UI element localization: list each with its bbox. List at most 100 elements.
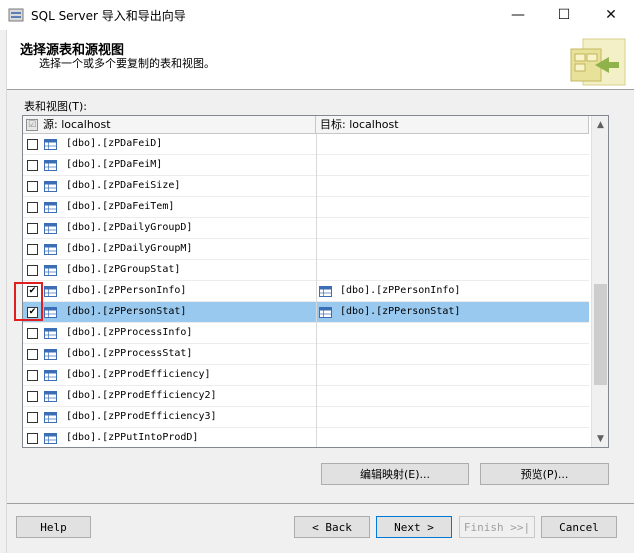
destination-table-name[interactable]: [dbo].[zPPersonStat]: [340, 306, 460, 317]
source-table-name: [dbo].[zPProdEfficiency2]: [66, 390, 217, 401]
row-checkbox[interactable]: [27, 181, 38, 192]
source-table-name: [dbo].[zPPutIntoProdD]: [66, 432, 199, 443]
table-row[interactable]: [dbo].[zPDaFeiTem]: [23, 197, 589, 218]
row-checkbox[interactable]: [27, 391, 38, 402]
row-checkbox[interactable]: [27, 160, 38, 171]
column-divider: [316, 281, 317, 302]
window-title: SQL Server 导入和导出向导: [31, 9, 186, 23]
table-row[interactable]: [dbo].[zPGroupStat]: [23, 260, 589, 281]
source-table-name: [dbo].[zPProcessInfo]: [66, 327, 193, 338]
table-row[interactable]: [dbo].[zPDaFeiD]: [23, 134, 589, 155]
preview-button[interactable]: 预览(P)...: [480, 463, 609, 485]
row-checkbox[interactable]: [27, 412, 38, 423]
tables-grid[interactable]: ☑ 源: localhost 目标: localhost [dbo].[zPDa…: [22, 115, 609, 448]
source-table-name: [dbo].[zPProdEfficiency3]: [66, 411, 217, 422]
table-icon: [44, 223, 57, 234]
row-checkbox[interactable]: [27, 328, 38, 339]
source-table-name: [dbo].[zPGroupStat]: [66, 264, 181, 275]
row-checkbox[interactable]: [27, 265, 38, 276]
source-column-header[interactable]: ☑ 源: localhost: [23, 116, 316, 134]
column-divider: [316, 218, 317, 239]
row-checkbox[interactable]: [27, 202, 38, 213]
column-divider: [316, 155, 317, 176]
row-checkbox[interactable]: [27, 349, 38, 360]
wizard-header: 选择源表和源视图 选择一个或多个要复制的表和视图。: [7, 30, 634, 90]
table-row[interactable]: [dbo].[zPProdEfficiency2]: [23, 386, 589, 407]
table-icon: [44, 307, 57, 318]
left-edge-strip: [0, 30, 7, 553]
tables-views-label: 表和视图(T):: [24, 100, 88, 113]
destination-header-label: 目标: localhost: [320, 118, 399, 131]
sql-server-app-icon: [8, 8, 24, 22]
table-row[interactable]: ✔ [dbo].[zPPersonStat] [dbo].[zPPersonStat…: [23, 302, 589, 323]
table-row[interactable]: [dbo].[zPDaFeiM]: [23, 155, 589, 176]
row-checkbox[interactable]: [27, 223, 38, 234]
table-icon: [44, 244, 57, 255]
scroll-up-icon[interactable]: ▲: [592, 116, 608, 133]
table-row[interactable]: [dbo].[zPPutIntoProdD]: [23, 428, 589, 447]
table-row[interactable]: [dbo].[zPProdEfficiency]: [23, 365, 589, 386]
row-checkbox[interactable]: [27, 433, 38, 444]
column-divider: [316, 344, 317, 365]
table-icon: [44, 412, 57, 423]
page-subtitle: 选择一个或多个要复制的表和视图。: [39, 57, 215, 70]
column-divider: [316, 176, 317, 197]
checked-rows-highlight: [14, 282, 43, 321]
table-row[interactable]: [dbo].[zPProdEfficiency3]: [23, 407, 589, 428]
wizard-banner-icon: [570, 38, 626, 86]
close-button[interactable]: ✕: [588, 0, 634, 30]
source-table-name: [dbo].[zPDaFeiD]: [66, 138, 163, 149]
column-divider: [316, 239, 317, 260]
column-divider: [316, 365, 317, 386]
vertical-scrollbar[interactable]: ▲ ▼: [591, 116, 608, 447]
source-table-name: [dbo].[zPProdEfficiency]: [66, 369, 211, 380]
column-divider: [316, 197, 317, 218]
table-row[interactable]: [dbo].[zPDailyGroupM]: [23, 239, 589, 260]
column-divider: [316, 386, 317, 407]
source-table-name: [dbo].[zPPersonStat]: [66, 306, 187, 317]
table-row[interactable]: [dbo].[zPDaFeiSize]: [23, 176, 589, 197]
scroll-down-icon[interactable]: ▼: [592, 430, 608, 447]
table-row[interactable]: [dbo].[zPProcessStat]: [23, 344, 589, 365]
column-divider: [316, 428, 317, 447]
destination-column-header[interactable]: 目标: localhost: [316, 116, 589, 134]
grid-header: ☑ 源: localhost 目标: localhost: [23, 116, 589, 134]
table-icon: [44, 160, 57, 171]
table-icon: [44, 286, 57, 297]
table-icon: [44, 181, 57, 192]
table-icon: [44, 328, 57, 339]
table-row[interactable]: [dbo].[zPDailyGroupD]: [23, 218, 589, 239]
footer-separator: [7, 503, 634, 504]
row-checkbox[interactable]: [27, 244, 38, 255]
back-button[interactable]: < Back: [294, 516, 370, 538]
table-icon: [44, 265, 57, 276]
table-icon: [44, 370, 57, 381]
cancel-button[interactable]: Cancel: [541, 516, 617, 538]
destination-table-name[interactable]: [dbo].[zPPersonInfo]: [340, 285, 460, 296]
maximize-button[interactable]: ☐: [541, 0, 587, 30]
finish-button[interactable]: Finish >>|: [459, 516, 535, 538]
table-row[interactable]: [dbo].[zPProcessInfo]: [23, 323, 589, 344]
source-table-name: [dbo].[zPProcessStat]: [66, 348, 193, 359]
select-all-checkbox[interactable]: ☑: [26, 119, 38, 131]
row-checkbox[interactable]: [27, 370, 38, 381]
table-icon: [319, 286, 332, 297]
source-table-name: [dbo].[zPDailyGroupM]: [66, 243, 193, 254]
column-divider: [316, 260, 317, 281]
scroll-thumb[interactable]: [594, 284, 607, 385]
next-button[interactable]: Next >: [376, 516, 452, 538]
column-divider: [316, 407, 317, 428]
help-button[interactable]: Help: [16, 516, 91, 538]
minimize-button[interactable]: —: [495, 0, 541, 30]
row-checkbox[interactable]: [27, 139, 38, 150]
source-table-name: [dbo].[zPDaFeiM]: [66, 159, 163, 170]
source-table-name: [dbo].[zPDaFeiSize]: [66, 180, 181, 191]
table-row[interactable]: ✔ [dbo].[zPPersonInfo] [dbo].[zPPersonInfo…: [23, 281, 589, 302]
column-divider: [316, 302, 317, 323]
table-icon: [319, 307, 332, 318]
column-divider: [316, 134, 317, 155]
edit-mappings-button[interactable]: 编辑映射(E)...: [321, 463, 469, 485]
table-icon: [44, 139, 57, 150]
table-icon: [44, 391, 57, 402]
source-table-name: [dbo].[zPDailyGroupD]: [66, 222, 193, 233]
